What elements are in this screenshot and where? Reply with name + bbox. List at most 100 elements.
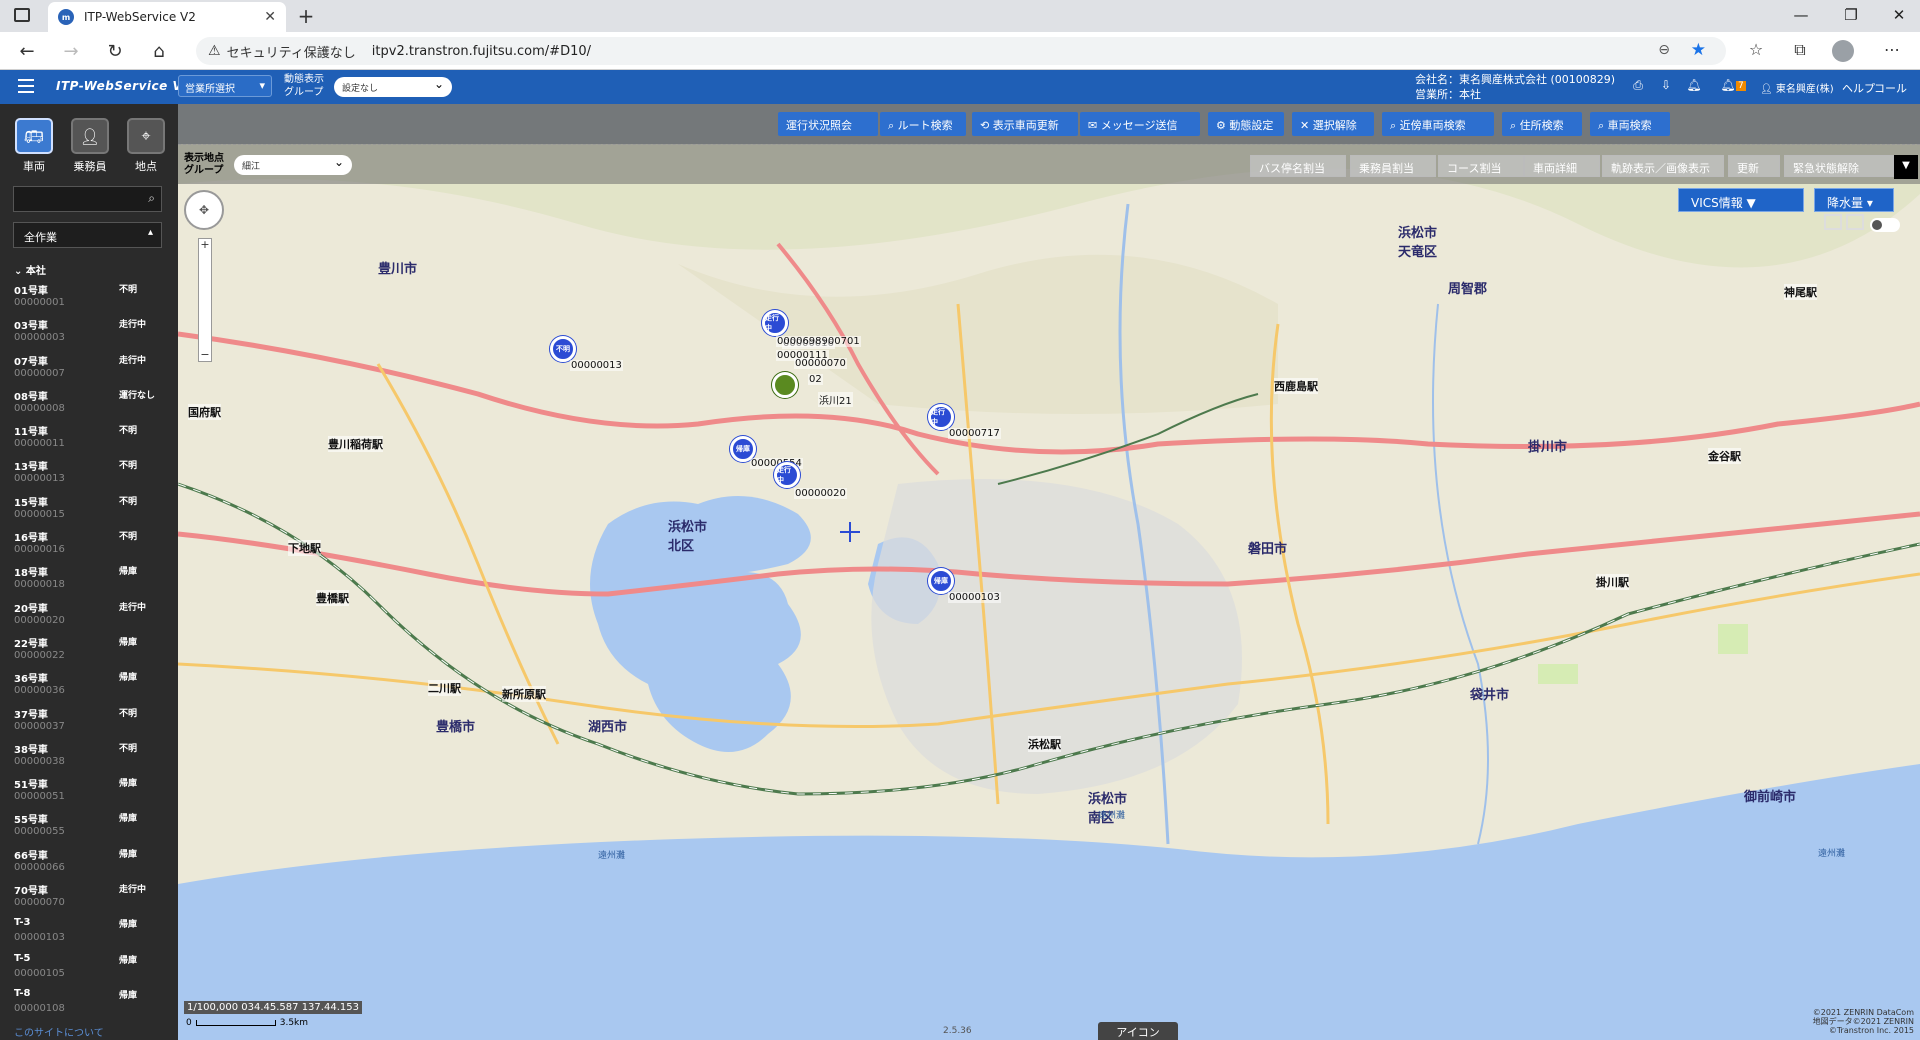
home-icon[interactable]: ⌂ <box>146 39 172 63</box>
minimize-icon[interactable]: — <box>1786 6 1816 24</box>
favorites-icon[interactable]: ☆ <box>1744 40 1768 59</box>
zoom-slider[interactable]: + − <box>198 238 212 362</box>
security-status[interactable]: セキュリティ保護なし <box>227 42 356 61</box>
zoom-in-icon[interactable]: + <box>199 239 211 251</box>
tab-location[interactable]: ⌖ 地点 <box>124 118 168 174</box>
vehicle-marker-label[interactable]: 00000103 <box>948 592 1001 603</box>
icon-tab-button[interactable]: アイコン <box>1098 1022 1178 1040</box>
new-tab-button[interactable]: + <box>294 4 318 28</box>
back-icon[interactable]: ← <box>14 39 40 63</box>
vehicle-marker[interactable]: 走行中 <box>774 462 800 488</box>
vehicle-marker[interactable]: 走行中 <box>928 404 954 430</box>
vehicle-marker[interactable]: 不明 <box>550 336 576 362</box>
vehicle-list-item[interactable]: 37号車 不明 00000037 <box>14 706 164 741</box>
about-link[interactable]: このサイトについて <box>14 1024 104 1039</box>
vehicle-list-item[interactable]: 16号車 不明 00000016 <box>14 529 164 564</box>
print-icon[interactable]: ⎙ <box>1628 78 1648 96</box>
vehicle-marker-label[interactable]: 0000698900701 <box>776 336 861 347</box>
collections-icon[interactable]: ⧉ <box>1788 40 1812 60</box>
group-header[interactable]: ⌄ 本社 <box>14 262 46 277</box>
vehicle-list-item[interactable]: 51号車 帰庫 00000051 <box>14 776 164 811</box>
vehicle-marker-label[interactable]: 00000020 <box>794 488 847 499</box>
subtoolbar-button[interactable]: コース割当 <box>1438 155 1524 177</box>
toolbar-button[interactable]: ⌕ ルート検索 <box>880 112 966 136</box>
subtoolbar-button[interactable]: 乗務員割当 <box>1350 155 1436 177</box>
url-field[interactable]: ⚠ セキュリティ保護なし itpv2.transtron.fujitsu.com… <box>196 37 1726 65</box>
rain-button[interactable]: 降水量 ▾ <box>1814 188 1894 212</box>
vehicle-marker-label[interactable]: 02 <box>808 374 823 385</box>
toolbar-button[interactable]: ⚙ 動態設定 <box>1208 112 1284 136</box>
toolbar-button[interactable]: ⟲ 表示車両更新 <box>972 112 1078 136</box>
search-icon[interactable]: ⌕ <box>148 191 155 206</box>
panel-toggle[interactable] <box>1870 218 1900 232</box>
vehicle-list-item[interactable]: 03号車 走行中 00000003 <box>14 317 164 352</box>
vehicle-list-item[interactable]: 36号車 帰庫 00000036 <box>14 670 164 705</box>
toolbar-button[interactable]: ⌕ 車両検索 <box>1590 112 1670 136</box>
toolbar-button[interactable]: ✕ 選択解除 <box>1292 112 1374 136</box>
vehicle-list-item[interactable]: 15号車 不明 00000015 <box>14 494 164 529</box>
vehicle-list-item[interactable]: T-8 帰庫 00000108 <box>14 988 164 1023</box>
zoom-out-icon[interactable]: − <box>199 349 211 361</box>
split-view-icon[interactable] <box>1846 214 1864 230</box>
restore-icon[interactable]: ❐ <box>1836 6 1866 24</box>
vehicle-list-item[interactable]: T-3 帰庫 00000103 <box>14 917 164 952</box>
menu-icon[interactable] <box>18 79 34 93</box>
display-group-select[interactable]: 細江 <box>234 155 352 175</box>
subtoolbar-button[interactable]: バス停名割当 <box>1250 155 1346 177</box>
call-link[interactable]: コール <box>1874 80 1907 96</box>
bell-icon[interactable]: 🔔︎ <box>1684 78 1704 96</box>
help-link[interactable]: ヘルプ <box>1842 80 1875 96</box>
map-area[interactable]: 浜松市 天竜区 周智郡 神尾駅 豊川市 西鹿島駅 豊川稲荷駅 国府駅 掛川市 金谷駅 浜松市 北区 磐田… <box>178 104 1920 1040</box>
toolbar-button[interactable]: 運行状況照会 <box>778 112 878 136</box>
vehicle-list-item[interactable]: 70号車 走行中 00000070 <box>14 882 164 917</box>
user-name[interactable]: 👤︎ 東名興産(株) <box>1760 80 1834 95</box>
vehicle-list-item[interactable]: 66号車 帰庫 00000066 <box>14 847 164 882</box>
vics-button[interactable]: VICS情報 ▼ <box>1678 188 1804 212</box>
vehicle-list-item[interactable]: 07号車 走行中 00000007 <box>14 353 164 388</box>
browser-tab[interactable]: m ITP-WebService V2 ✕ <box>48 2 286 32</box>
vehicle-marker-label[interactable]: 00000013 <box>570 360 623 371</box>
vehicle-list-item[interactable]: 13号車 不明 00000013 <box>14 458 164 493</box>
vehicle-search-input[interactable]: ⌕ <box>13 186 162 212</box>
dyn-group-select[interactable]: 設定なし <box>334 77 452 97</box>
vehicle-list-item[interactable]: 11号車 不明 00000011 <box>14 423 164 458</box>
vehicle-list-item[interactable]: 38号車 不明 00000038 <box>14 741 164 776</box>
expand-toolbar-button[interactable]: ▼ <box>1894 155 1918 179</box>
vehicle-marker[interactable]: 走行中 <box>762 310 788 336</box>
work-filter-select[interactable]: 全作業 <box>13 222 162 248</box>
vehicle-list-item[interactable]: 22号車 帰庫 00000022 <box>14 635 164 670</box>
tab-actions-icon[interactable] <box>14 8 30 22</box>
subtoolbar-button[interactable]: 更新 <box>1728 155 1780 177</box>
vehicle-marker-label[interactable]: 00000070 <box>794 358 847 369</box>
toolbar-button[interactable]: ⌕ 住所検索 <box>1502 112 1582 136</box>
vehicle-list-item[interactable]: 20号車 走行中 00000020 <box>14 600 164 635</box>
toolbar-button[interactable]: ⌕ 近傍車両検索 <box>1382 112 1494 136</box>
download-icon[interactable]: ⇩ <box>1656 78 1676 96</box>
vehicle-list-item[interactable]: 08号車 運行なし 00000008 <box>14 388 164 423</box>
tab-vehicle[interactable]: 🚌︎ 車両 <box>12 118 56 174</box>
vehicle-marker[interactable]: 帰庫 <box>928 568 954 594</box>
subtoolbar-button[interactable]: 車両詳細 <box>1524 155 1600 177</box>
window-close-icon[interactable]: ✕ <box>1884 6 1914 24</box>
vehicle-cluster-marker[interactable] <box>772 372 798 398</box>
profile-avatar[interactable] <box>1832 40 1854 62</box>
map-canvas[interactable] <box>178 104 1920 1040</box>
close-icon[interactable]: ✕ <box>264 9 276 25</box>
pan-control-icon[interactable]: ✥ <box>184 190 224 230</box>
favorite-star-icon[interactable]: ★ <box>1691 40 1706 60</box>
subtoolbar-button[interactable]: 緊急状態解除 <box>1784 155 1894 177</box>
forward-icon[interactable]: → <box>58 39 84 63</box>
vehicle-list-item[interactable]: 01号車 不明 00000001 <box>14 282 164 317</box>
subtoolbar-button[interactable]: 軌跡表示／画像表示 <box>1602 155 1724 177</box>
more-menu-icon[interactable]: ⋯ <box>1880 40 1904 59</box>
vehicle-list-item[interactable]: 18号車 帰庫 00000018 <box>14 564 164 599</box>
vehicle-marker-label[interactable]: 00000717 <box>948 428 1001 439</box>
grid-view-icon[interactable] <box>1824 214 1842 230</box>
alert-bell-icon[interactable]: 🔔︎ <box>1718 78 1738 96</box>
vehicle-list-item[interactable]: 55号車 帰庫 00000055 <box>14 811 164 846</box>
vehicle-list-item[interactable]: T-5 帰庫 00000105 <box>14 953 164 988</box>
zoom-icon[interactable]: ⊖ <box>1658 42 1670 58</box>
toolbar-button[interactable]: ✉ メッセージ送信 <box>1080 112 1200 136</box>
office-select[interactable]: 営業所選択 <box>178 75 272 97</box>
reload-icon[interactable]: ↻ <box>102 39 128 63</box>
